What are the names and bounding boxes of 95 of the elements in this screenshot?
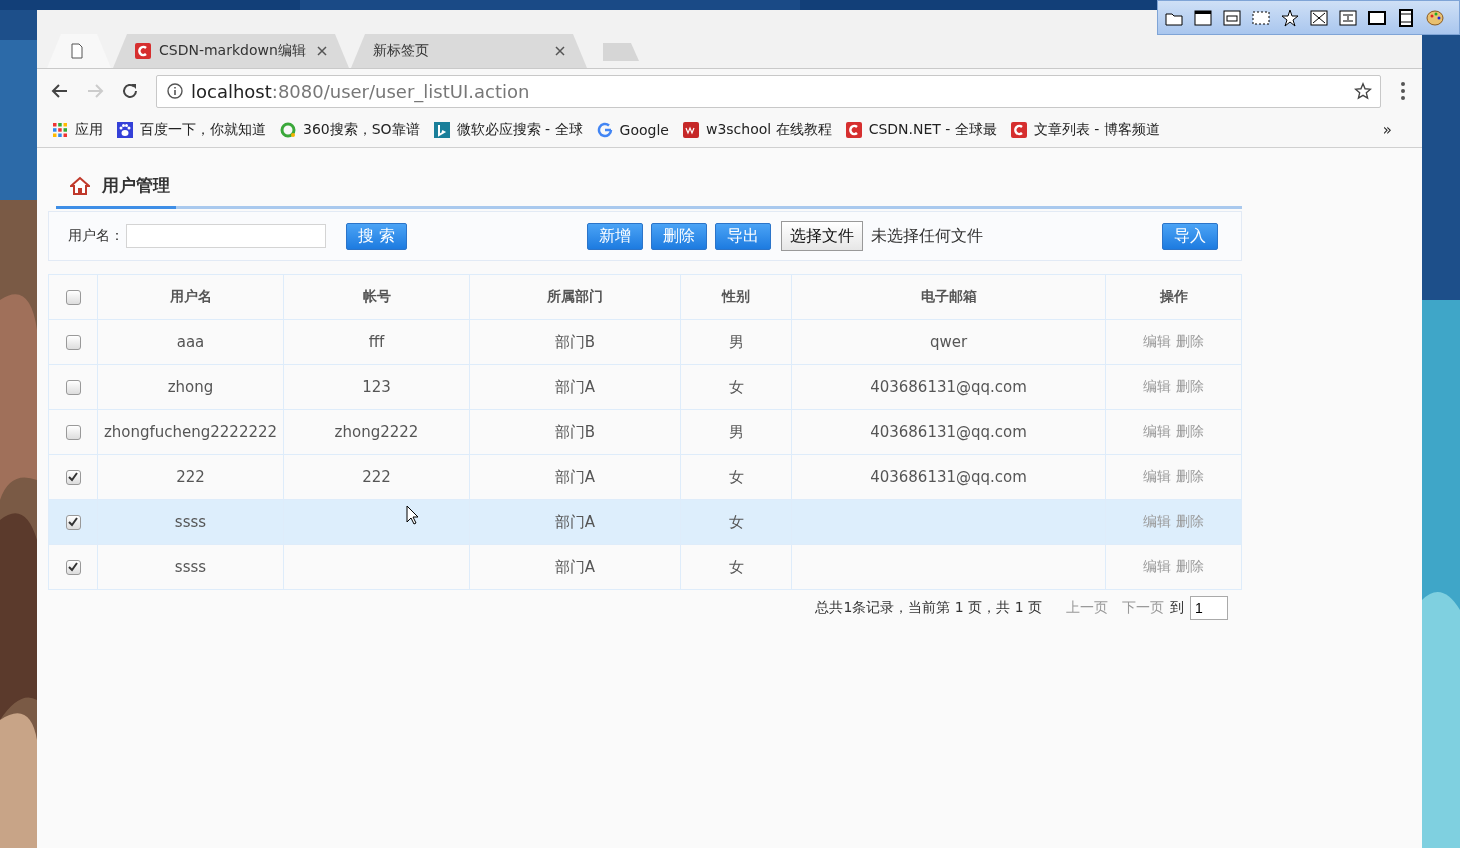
select-all-checkbox[interactable]	[65, 289, 81, 305]
home-icon	[70, 175, 90, 196]
column-header: 操作	[1105, 275, 1241, 319]
table-cell: 部门A	[554, 557, 596, 577]
import-button[interactable]: 导入	[1162, 222, 1218, 250]
file-status: 未选择任何文件	[870, 225, 983, 247]
close-icon[interactable]	[555, 46, 565, 56]
close-icon[interactable]	[317, 46, 327, 56]
scroll-icon[interactable]	[1338, 8, 1358, 27]
table-cell: 222	[176, 468, 205, 486]
table-cell: 女	[728, 467, 744, 487]
window-icon[interactable]	[1222, 8, 1242, 27]
column-header: 帐号	[283, 275, 469, 319]
fullscreen-icon[interactable]	[1309, 8, 1329, 27]
table-cell: 403686131@qq.com	[870, 378, 1027, 396]
ring-icon	[280, 122, 296, 138]
star-icon[interactable]	[1280, 8, 1300, 27]
bookmark[interactable]: Google	[596, 122, 669, 138]
table-cell: 部门A	[554, 377, 596, 397]
bookmark[interactable]: 百度一下，你就知道	[117, 121, 266, 139]
table-cell: 222	[362, 468, 391, 486]
info-icon	[167, 83, 183, 99]
table-cell: zhongfucheng2222222	[103, 423, 278, 441]
row-checkbox[interactable]	[65, 334, 81, 350]
column-header: 用户名	[97, 275, 283, 319]
menu-icon[interactable]	[1400, 81, 1406, 101]
bookmark[interactable]: CSDN.NET - 全球最	[845, 121, 997, 139]
table-row[interactable]: ssss 部门A 女 编辑 删除	[49, 499, 1241, 544]
url-text: localhost:8080/user/user_listUI.action	[191, 80, 531, 102]
table-cell: 403686131@qq.com	[870, 468, 1027, 486]
table-row[interactable]: zhong 123 部门A 女 403686131@qq.com 编辑 删除	[49, 364, 1241, 409]
table-cell: 男	[728, 422, 744, 442]
table-cell: qwer	[929, 333, 968, 351]
table-cell: 部门A	[554, 512, 596, 532]
table-row[interactable]: ssss 部门A 女 编辑 删除	[49, 544, 1241, 589]
bookmark[interactable]: 文章列表 - 博客频道	[1010, 121, 1160, 139]
paw-icon	[117, 122, 133, 138]
table-cell: zhong	[167, 378, 214, 396]
page-number-field[interactable]: 1	[1190, 596, 1228, 620]
bookmark[interactable]: 360搜索，SO靠谱	[280, 121, 420, 139]
table-cell: 女	[728, 557, 744, 577]
more-bookmarks-button[interactable]: »	[1382, 121, 1392, 139]
bookmark[interactable]: 应用	[52, 121, 103, 139]
bookmark[interactable]: 微软必应搜索 - 全球	[433, 121, 583, 139]
page-icon	[69, 43, 85, 59]
table-row[interactable]: aaa fff 部门B 男 qwer 编辑 删除	[49, 319, 1241, 364]
browser-tab[interactable]: CSDN-markdown编辑	[113, 34, 349, 68]
table-cell: zhong2222	[334, 423, 419, 441]
g-logo-icon	[596, 122, 613, 138]
palette-icon[interactable]	[1425, 8, 1445, 27]
table-cell: 部门B	[554, 332, 596, 352]
table-cell: 403686131@qq.com	[870, 423, 1027, 441]
film-icon[interactable]	[1396, 8, 1416, 27]
field-label: 用户名：	[68, 227, 124, 245]
row-checkbox[interactable]	[65, 469, 81, 485]
selection-icon[interactable]	[1251, 8, 1271, 27]
table-cell: 部门B	[554, 422, 596, 442]
choose-file-button[interactable]: 选择文件	[780, 221, 863, 251]
table-cell: 女	[728, 377, 744, 397]
b-logo-icon	[433, 122, 450, 138]
column-header: 性别	[680, 275, 791, 319]
row-checkbox[interactable]	[65, 559, 81, 575]
pager-summary: 总共1条记录，当前第 1 页，共 1 页	[815, 599, 1042, 617]
address-bar[interactable]: localhost:8080/user/user_listUI.action	[156, 74, 1381, 108]
bookmark-star-icon[interactable]	[1354, 82, 1372, 100]
bookmark[interactable]: w3school 在线教程	[682, 121, 832, 139]
table-cell: 部门A	[554, 467, 596, 487]
browser-tab[interactable]: 新标签页	[351, 34, 587, 68]
username-field[interactable]	[126, 224, 326, 248]
table-cell: 男	[728, 332, 744, 352]
row-checkbox[interactable]	[65, 424, 81, 440]
table-row[interactable]: zhongfucheng2222222 zhong2222 部门B 男 403686131@qq.com 编辑 删除	[49, 409, 1241, 454]
page-title: 用户管理	[102, 174, 170, 197]
c-logo-icon	[1010, 122, 1027, 138]
cursor-icon	[406, 505, 418, 525]
reload-icon[interactable]	[121, 82, 139, 100]
table-cell: 女	[728, 512, 744, 532]
c-logo-icon	[845, 122, 862, 138]
table-cell: fff	[368, 333, 385, 351]
c-logo-icon	[135, 43, 151, 59]
window-icon[interactable]	[1193, 8, 1213, 27]
table-cell: aaa	[176, 333, 205, 351]
rectangle-icon[interactable]	[1367, 8, 1387, 27]
back-icon[interactable]	[51, 82, 69, 100]
column-header: 电子邮箱	[791, 275, 1105, 319]
goto-label: 到	[1170, 599, 1184, 617]
table-cell: ssss	[174, 513, 207, 531]
w3-logo-icon	[682, 122, 699, 138]
table-cell: ssss	[174, 558, 207, 576]
grid-icon	[52, 122, 68, 138]
search-button[interactable]: 搜 索	[346, 222, 408, 250]
column-header: 所属部门	[469, 275, 680, 319]
row-checkbox[interactable]	[65, 514, 81, 530]
row-checkbox[interactable]	[65, 379, 81, 395]
table-cell: 123	[362, 378, 391, 396]
